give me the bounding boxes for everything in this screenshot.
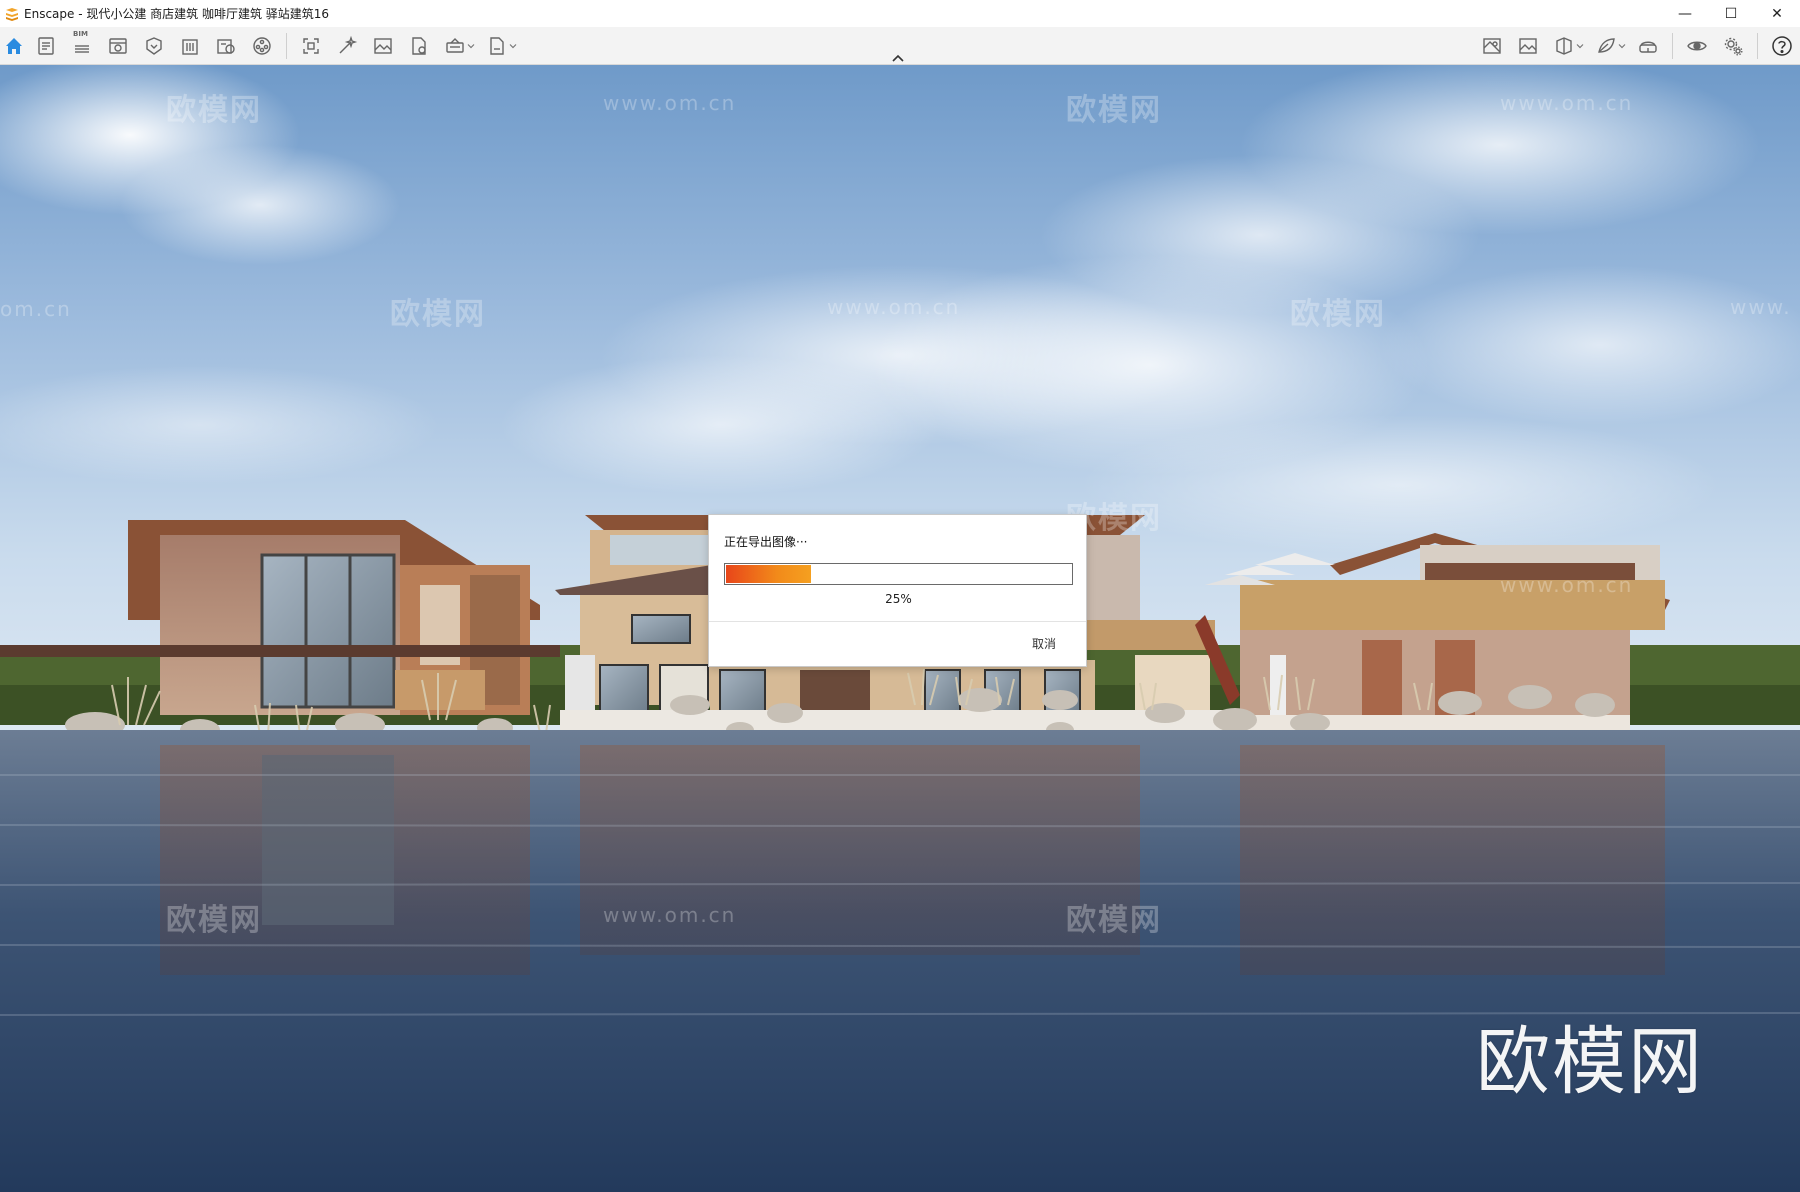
- watermark-text: 欧模网: [1290, 297, 1386, 332]
- material-editor-button[interactable]: [208, 28, 244, 64]
- maximize-button[interactable]: ☐: [1708, 0, 1754, 27]
- batch-render-icon: [339, 35, 358, 54]
- visibility-button[interactable]: [1679, 28, 1715, 64]
- vr-headset-icon: [1639, 41, 1657, 53]
- watermark-url: www.om.cn: [1500, 91, 1634, 115]
- bim-label: BIM: [73, 30, 88, 38]
- watermark-url: www.om.cn: [603, 903, 737, 927]
- brand-watermark: 欧模网: [1476, 1019, 1704, 1105]
- watermark-text: 欧模网: [1066, 903, 1162, 938]
- minimize-button[interactable]: —: [1662, 0, 1708, 27]
- watermark-text: 欧模网: [166, 93, 262, 128]
- toolbar-separator: [1757, 33, 1758, 59]
- material-editor-icon: [217, 39, 235, 54]
- upload-icon: [446, 38, 464, 53]
- asset-library-icon: [146, 37, 162, 55]
- home-icon: [6, 38, 22, 54]
- watermark-text: 欧模网: [1066, 93, 1162, 128]
- progress-bar-fill: [726, 565, 811, 583]
- batch-render-button[interactable]: [329, 28, 365, 64]
- views-button[interactable]: [1510, 28, 1546, 64]
- bim-button[interactable]: BIM: [64, 28, 100, 64]
- sun-icon: [1598, 38, 1615, 53]
- watermark-text: 欧模网: [166, 903, 262, 938]
- sun-button[interactable]: [1588, 28, 1624, 64]
- visual-settings-button[interactable]: [100, 28, 136, 64]
- views-icon: [1519, 38, 1537, 54]
- panorama-button[interactable]: [365, 28, 401, 64]
- watermark-url: www.om.cn: [827, 295, 961, 319]
- building-icon: [182, 39, 198, 55]
- watermark-url: www.om.cn: [603, 91, 737, 115]
- dialog-title: 正在导出图像···: [724, 535, 808, 549]
- toolbar-right-group: [1474, 27, 1800, 65]
- screenshot-button[interactable]: [293, 28, 329, 64]
- progress-percent-label: 25%: [885, 592, 912, 606]
- help-button[interactable]: [1764, 28, 1800, 64]
- documentation-button[interactable]: [28, 28, 64, 64]
- enscape-logo-icon: [6, 7, 18, 21]
- title-bar: Enscape - 现代小公建 商店建筑 咖啡厅建筑 驿站建筑16 — ☐ ✕: [0, 0, 1800, 27]
- building-button[interactable]: [172, 28, 208, 64]
- settings-icon: [1724, 37, 1743, 56]
- visibility-icon: [1687, 41, 1707, 51]
- window-controls: — ☐ ✕: [1662, 0, 1800, 27]
- visual-settings-icon: [109, 38, 127, 54]
- export-progress-bar: [724, 563, 1073, 585]
- export-exe-icon: [490, 37, 504, 55]
- export-exe-button[interactable]: [479, 28, 515, 64]
- video-editor-icon: [253, 37, 271, 55]
- section-icon: [1556, 37, 1572, 55]
- export-progress-dialog: 正在导出图像··· 25% 取消: [708, 514, 1087, 667]
- settings-button[interactable]: [1715, 28, 1751, 64]
- upload-button[interactable]: [437, 28, 473, 64]
- bim-info-icon: [75, 45, 89, 53]
- toolbar: BIM: [0, 27, 1800, 65]
- screenshot-icon: [303, 38, 319, 54]
- vr-headset-button[interactable]: [1630, 28, 1666, 64]
- section-button[interactable]: [1546, 28, 1582, 64]
- toolbar-separator: [286, 33, 287, 59]
- toolbar-separator: [1672, 33, 1673, 59]
- export-file-button[interactable]: [401, 28, 437, 64]
- toolbar-collapse-button[interactable]: [890, 52, 906, 64]
- dialog-divider: [709, 621, 1086, 622]
- watermark-text: 欧模网: [390, 297, 486, 332]
- minimap-button[interactable]: [1474, 28, 1510, 64]
- documentation-icon: [38, 37, 54, 55]
- export-file-icon: [412, 37, 426, 55]
- video-editor-button[interactable]: [244, 28, 280, 64]
- close-button[interactable]: ✕: [1754, 0, 1800, 27]
- watermark-url: www.om.cn: [1500, 573, 1634, 597]
- panorama-icon: [374, 38, 392, 54]
- toolbar-left-group: BIM: [0, 27, 521, 65]
- cancel-button[interactable]: 取消: [1032, 635, 1056, 652]
- watermark-url: om.cn: [0, 297, 72, 321]
- asset-library-button[interactable]: [136, 28, 172, 64]
- watermark-url: www.: [1730, 295, 1792, 319]
- help-icon: [1772, 36, 1792, 56]
- window-title: Enscape - 现代小公建 商店建筑 咖啡厅建筑 驿站建筑16: [24, 7, 330, 21]
- minimap-icon: [1483, 38, 1501, 54]
- home-button[interactable]: [0, 28, 28, 64]
- chevron-up-icon: [892, 54, 904, 62]
- enscape-window: Enscape - 现代小公建 商店建筑 咖啡厅建筑 驿站建筑16 — ☐ ✕ …: [0, 0, 1800, 1192]
